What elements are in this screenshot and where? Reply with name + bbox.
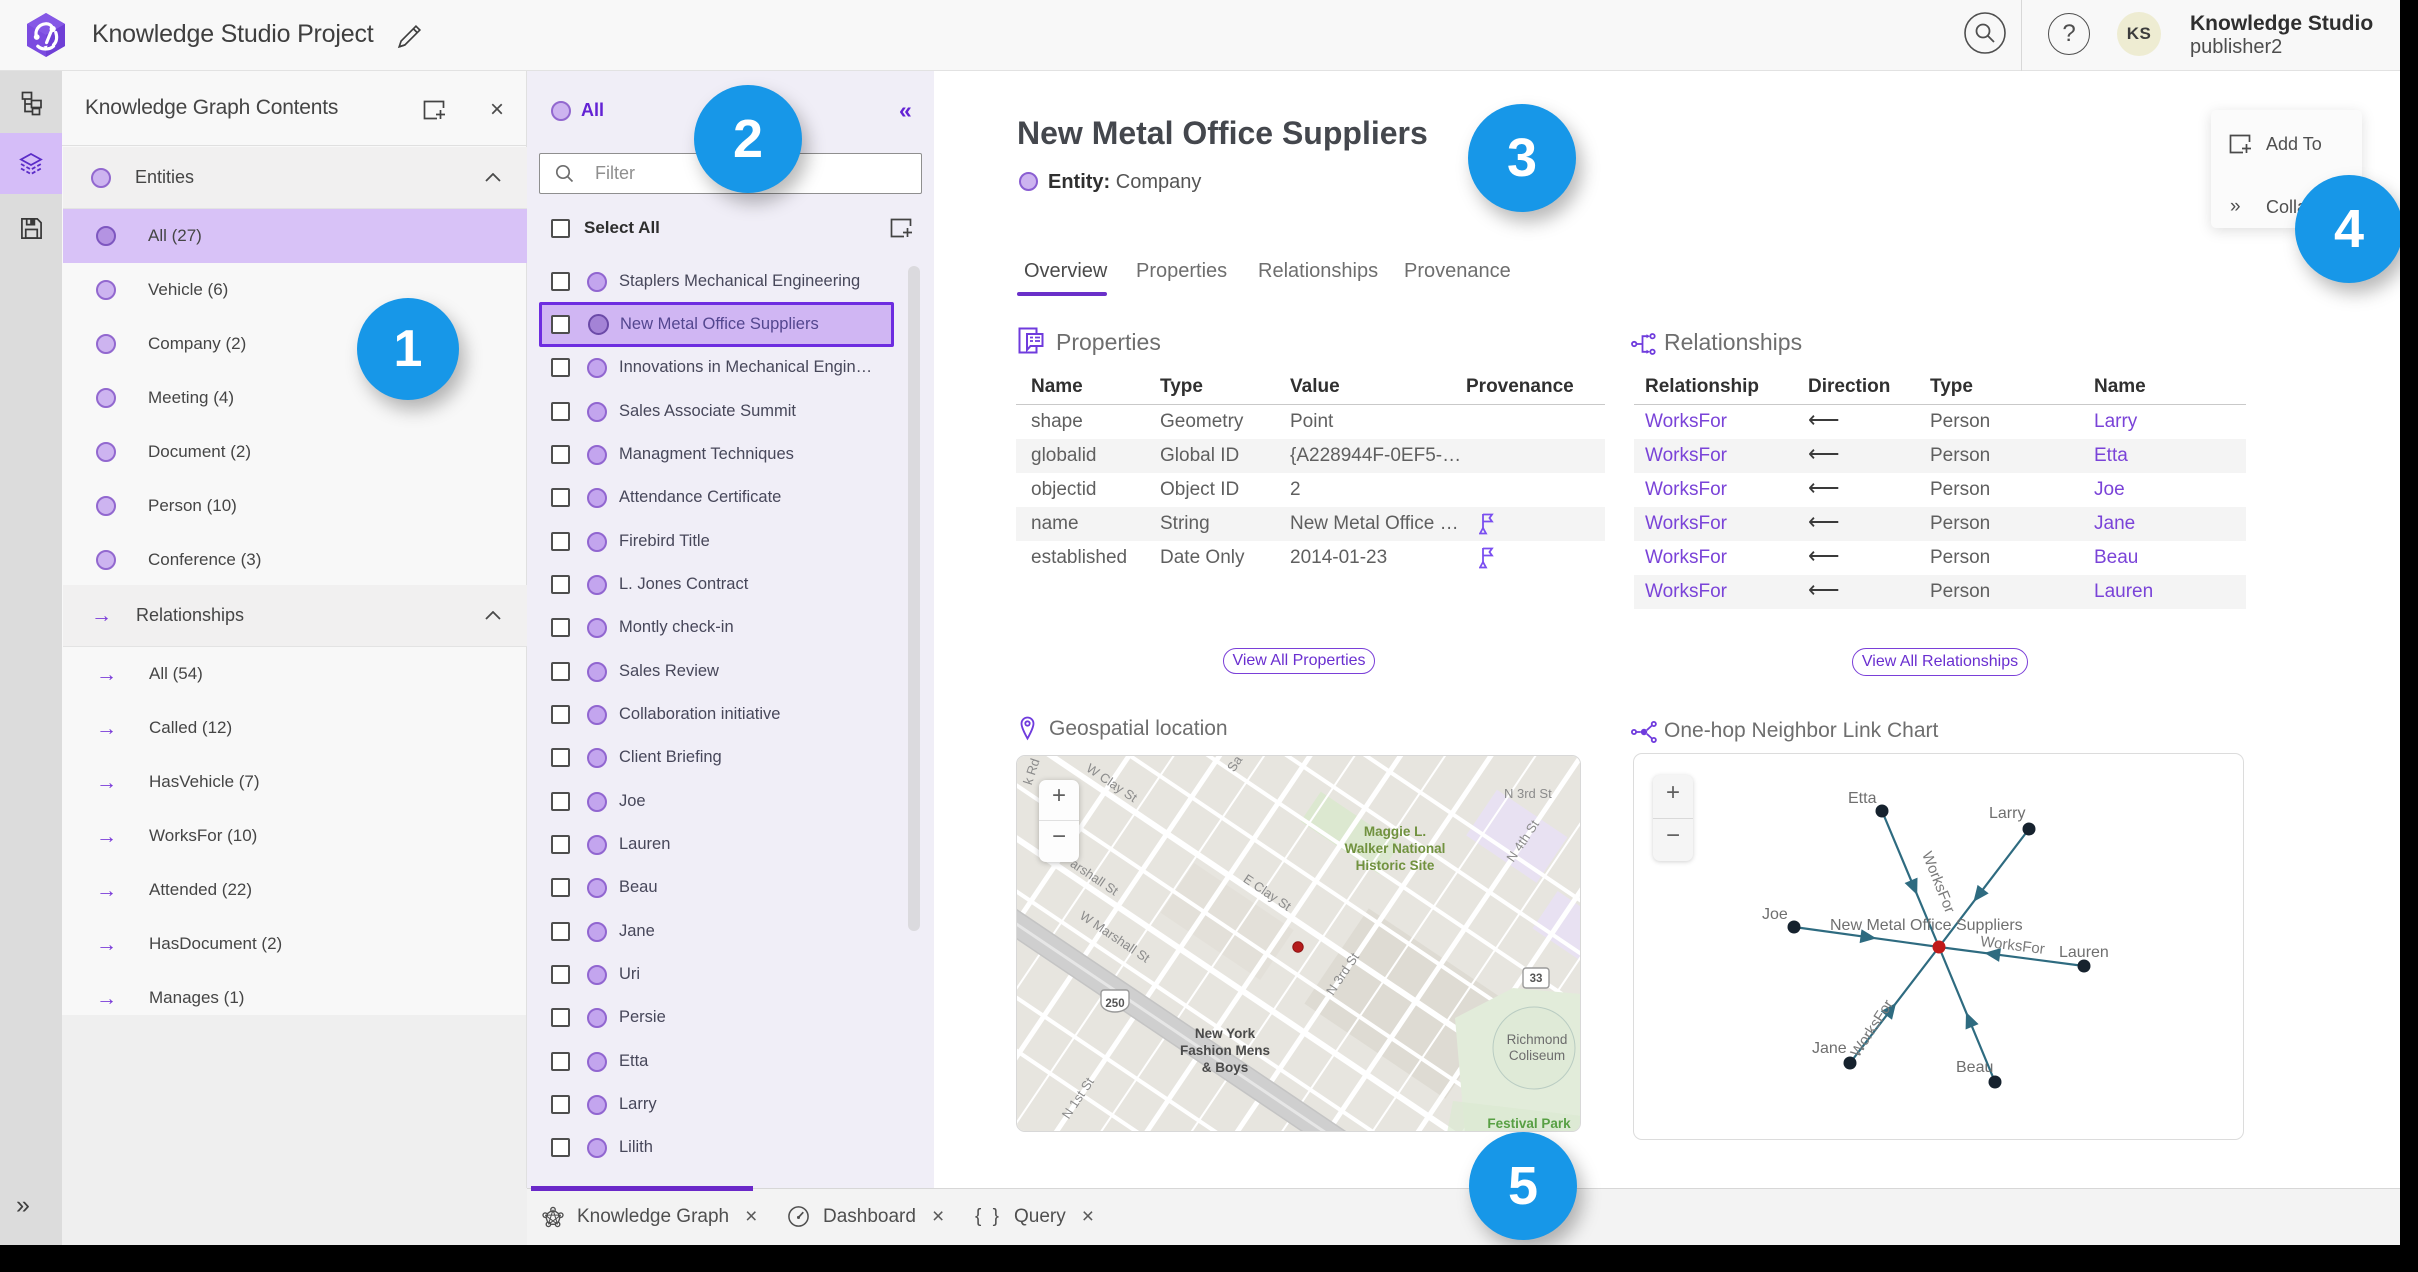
svg-text:New York: New York <box>1195 1026 1256 1041</box>
svg-text:Beau: Beau <box>1956 1059 1993 1076</box>
svg-text:Richmond: Richmond <box>1507 1032 1568 1047</box>
svg-text:& Boys: & Boys <box>1202 1060 1249 1075</box>
svg-text:Walker National: Walker National <box>1345 841 1446 856</box>
svg-text:Larry: Larry <box>1989 805 2025 822</box>
svg-text:Festival Park: Festival Park <box>1487 1116 1571 1131</box>
svg-text:WorksFor: WorksFor <box>1847 997 1897 1061</box>
svg-text:Jane: Jane <box>1812 1040 1847 1057</box>
svg-text:Joe: Joe <box>1762 906 1788 923</box>
svg-text:33: 33 <box>1530 973 1543 985</box>
svg-text:Etta: Etta <box>1848 790 1877 807</box>
svg-text:Coliseum: Coliseum <box>1509 1048 1565 1063</box>
svg-text:WorksFor: WorksFor <box>1918 849 1958 915</box>
svg-text:New Metal Office Suppliers: New Metal Office Suppliers <box>1830 917 2023 934</box>
svg-text:Fashion Mens: Fashion Mens <box>1180 1043 1270 1058</box>
svg-text:Maggie L.: Maggie L. <box>1364 824 1426 839</box>
svg-text:Lauren: Lauren <box>2059 944 2109 961</box>
svg-text:Historic Site: Historic Site <box>1356 858 1435 873</box>
svg-text:250: 250 <box>1105 998 1124 1010</box>
svg-text:N 3rd St: N 3rd St <box>1504 786 1552 801</box>
